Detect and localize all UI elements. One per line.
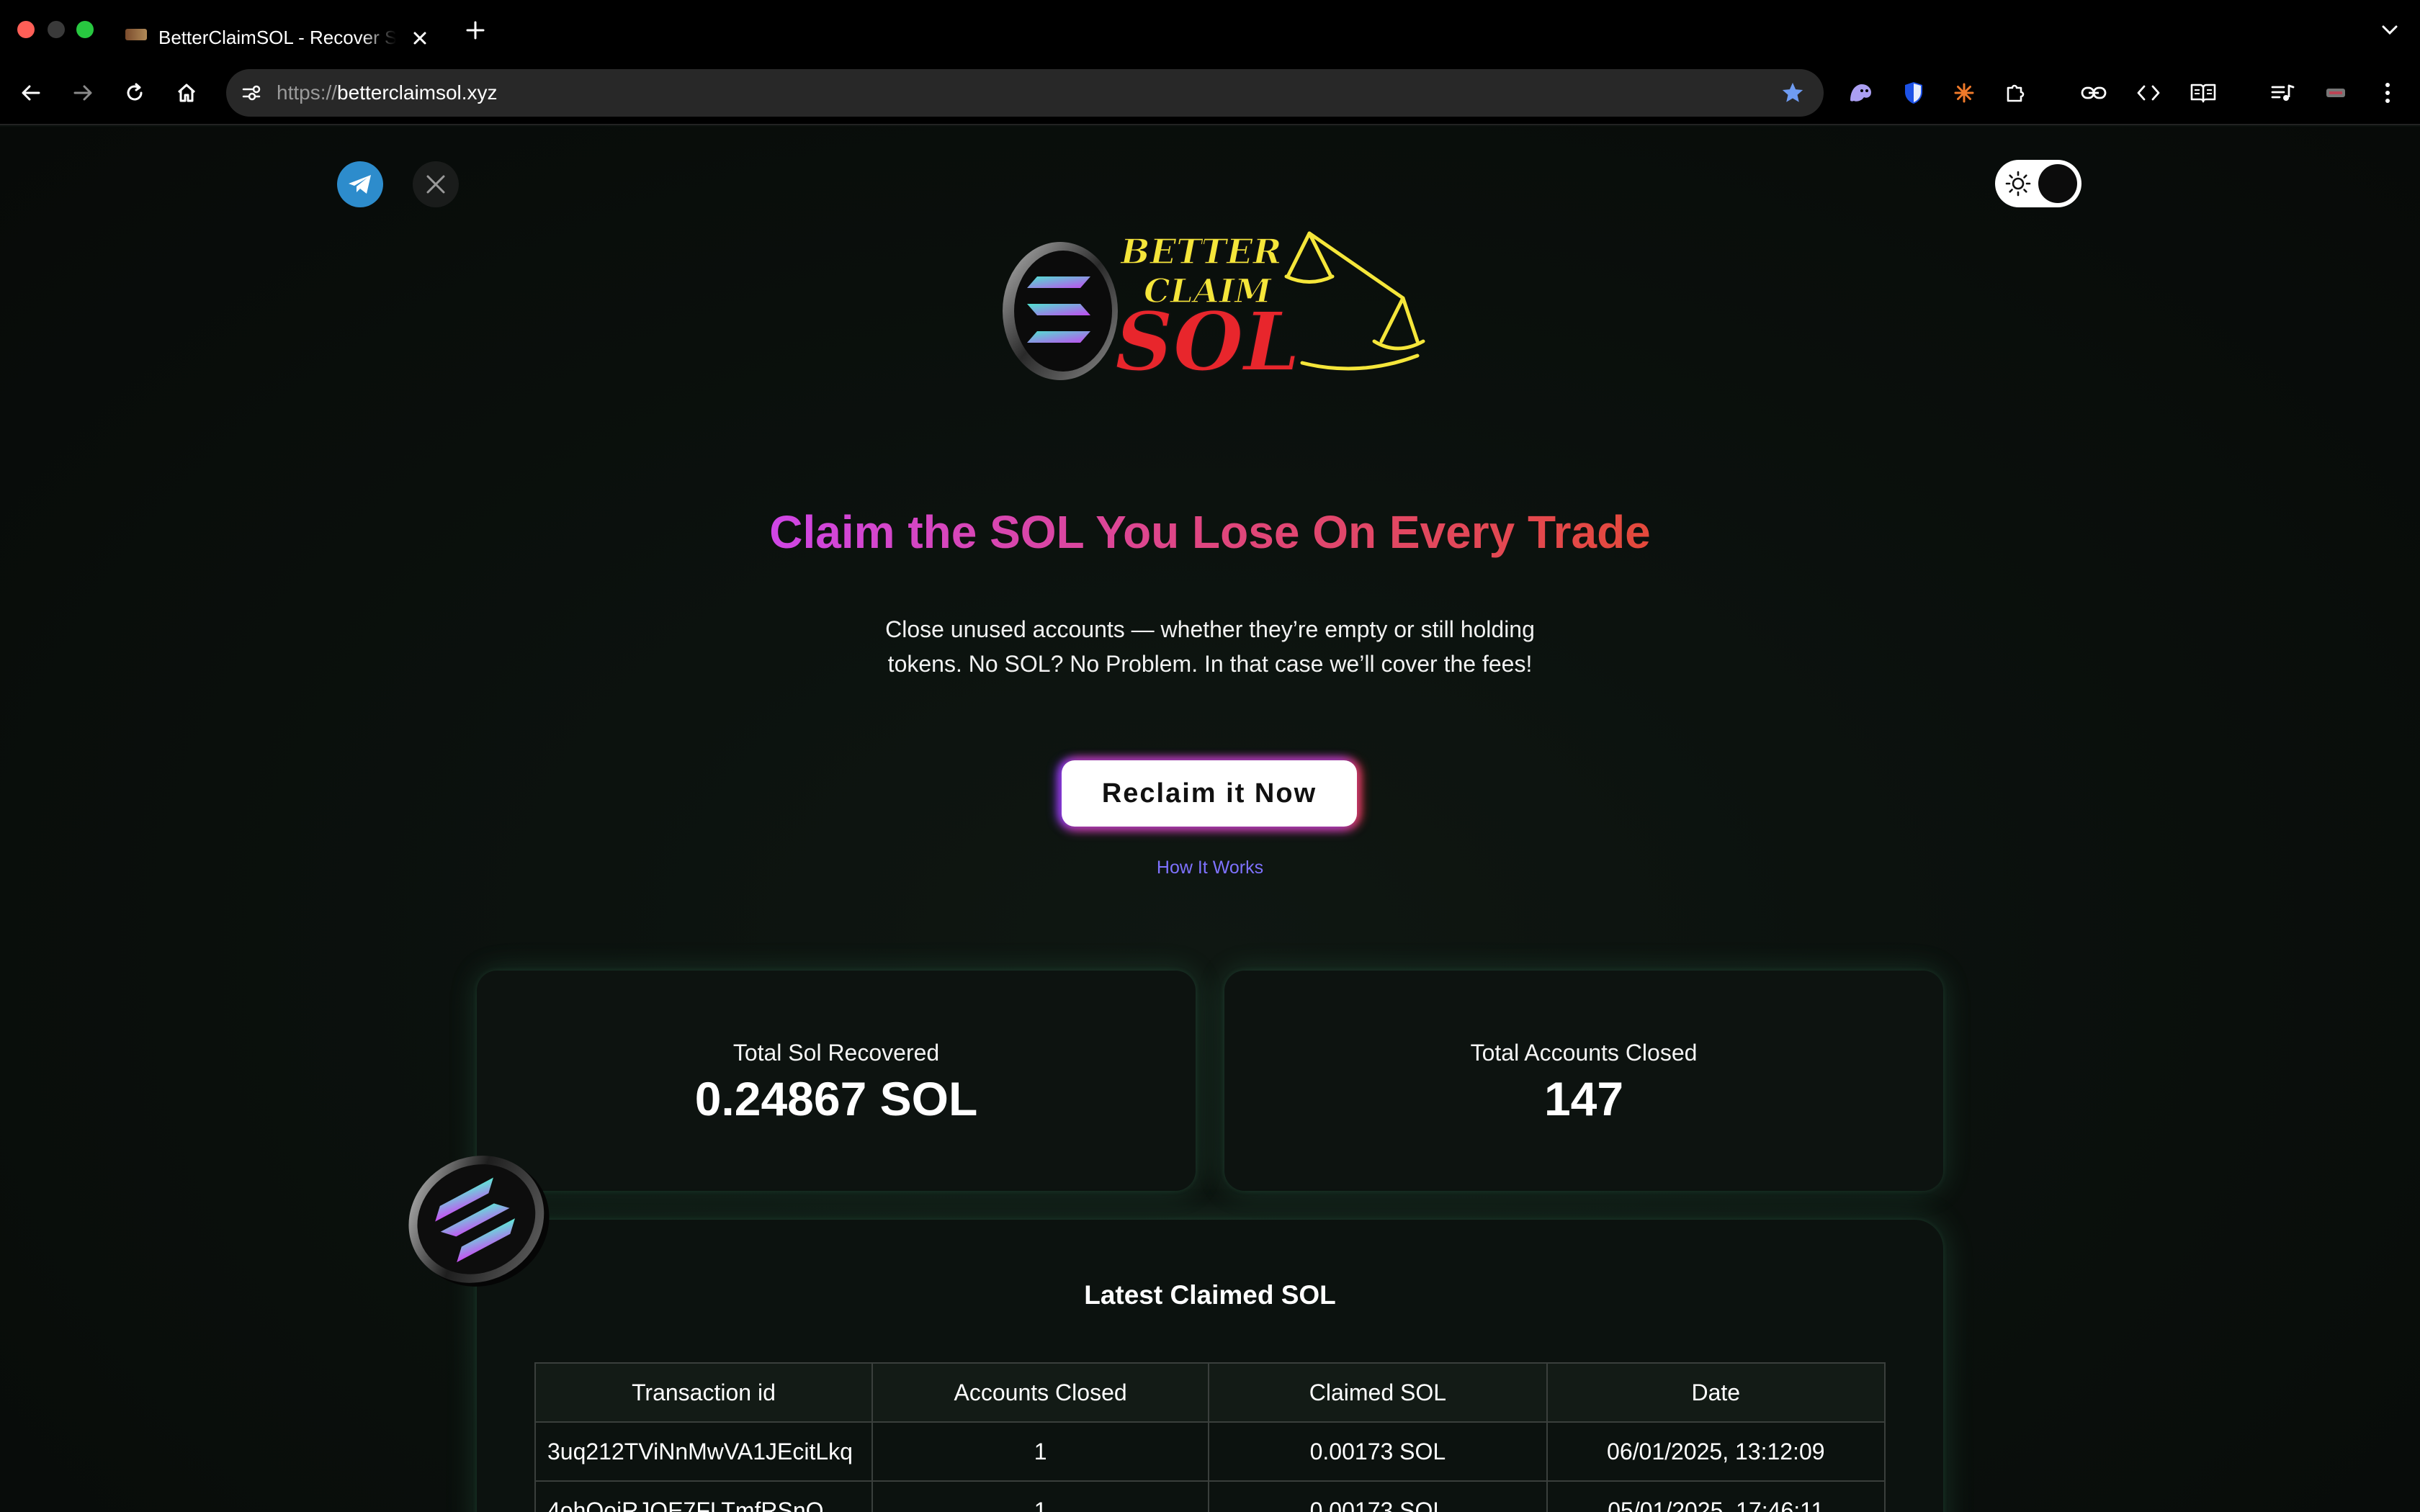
claims-table: Transaction id Accounts Closed Claimed S…: [534, 1362, 1886, 1512]
cell-accounts: 1: [871, 1480, 1210, 1512]
how-it-works-link-text[interactable]: How It Works: [1157, 858, 1263, 878]
x-twitter-link-icon[interactable]: [413, 161, 459, 207]
url-text: https://betterclaimsol.xyz: [277, 81, 498, 104]
cell-sol: 0.00173 SOL: [1208, 1421, 1548, 1482]
back-arrow-icon[interactable]: [14, 76, 48, 109]
column-header-accounts: Accounts Closed: [871, 1362, 1210, 1423]
window-close-button[interactable]: [17, 21, 35, 38]
browser-menu-icon[interactable]: [2371, 76, 2404, 109]
forward-arrow-icon[interactable]: [66, 76, 99, 109]
browser-tab-active[interactable]: BetterClaimSOL - Recover Sol: [115, 9, 447, 60]
new-tab-icon[interactable]: [461, 16, 490, 45]
logo-text-sol: SOL: [1115, 295, 1300, 390]
hero-subline: Close unused accounts — whether they’re …: [885, 616, 1535, 677]
cell-txid[interactable]: 3uq212TViNnMwVA1JEcitLkq: [534, 1421, 873, 1482]
sun-icon: [2004, 169, 2033, 198]
theme-toggle[interactable]: [1995, 160, 2081, 207]
profile-avatar-icon[interactable]: [2319, 76, 2352, 109]
table-row: 4ohQoiRJQE7FLTmfRSnQ 1 0.00173 SOL 05/01…: [534, 1480, 1886, 1512]
cell-date: 06/01/2025, 13:12:09: [1546, 1421, 1886, 1482]
column-header-sol: Claimed SOL: [1208, 1362, 1548, 1423]
sparkle-extension-icon[interactable]: [1948, 76, 1981, 109]
cell-accounts: 1: [871, 1421, 1210, 1482]
stat-value-closed: 147: [1543, 1072, 1624, 1125]
stat-value-recovered: 0.24867 SOL: [694, 1072, 978, 1125]
stat-card-closed: Total Accounts Closed 147: [1224, 971, 1943, 1191]
hero-headline: Claim the SOL You Lose On Every Trade: [769, 506, 1651, 558]
stat-label-recovered: Total Sol Recovered: [732, 1040, 940, 1066]
reclaim-now-button[interactable]: Reclaim it Now: [1062, 760, 1357, 827]
claims-title: Latest Claimed SOL: [1084, 1280, 1336, 1310]
stat-label-closed: Total Accounts Closed: [1470, 1040, 1698, 1066]
tab-search-chevron-icon[interactable]: [2375, 16, 2404, 45]
reading-mode-icon[interactable]: [2187, 76, 2220, 109]
column-header-date: Date: [1546, 1362, 1886, 1423]
site-settings-icon[interactable]: [235, 76, 268, 109]
toggle-knob: [2038, 164, 2077, 203]
table-row: 3uq212TViNnMwVA1JEcitLkq 1 0.00173 SOL 0…: [534, 1421, 1886, 1482]
reload-icon[interactable]: [118, 76, 151, 109]
browser-toolbar: https://betterclaimsol.xyz: [0, 60, 2420, 125]
stat-card-recovered: Total Sol Recovered 0.24867 SOL: [477, 971, 1196, 1191]
media-controls-icon[interactable]: [2266, 76, 2299, 109]
home-icon[interactable]: [170, 76, 203, 109]
address-bar[interactable]: https://betterclaimsol.xyz: [226, 69, 1824, 117]
logo-text-better: BETTER: [1119, 232, 1281, 272]
view-source-code-icon[interactable]: [2132, 76, 2165, 109]
cell-txid[interactable]: 4ohQoiRJQE7FLTmfRSnQ: [534, 1480, 873, 1512]
copy-link-icon[interactable]: [2077, 76, 2110, 109]
column-header-txid: Transaction id: [534, 1362, 873, 1423]
telegram-link-icon[interactable]: [337, 161, 383, 207]
window-maximize-button[interactable]: [76, 21, 94, 38]
table-header-row: Transaction id Accounts Closed Claimed S…: [534, 1362, 1886, 1423]
bookmark-star-icon[interactable]: [1779, 79, 1806, 107]
extensions-puzzle-icon[interactable]: [1999, 76, 2033, 109]
browser-tab-bar: BetterClaimSOL - Recover Sol: [0, 0, 2420, 60]
cell-sol: 0.00173 SOL: [1208, 1480, 1548, 1512]
phantom-extension-icon[interactable]: [1844, 76, 1877, 109]
solana-coin-icon: [408, 1156, 550, 1287]
shield-extension-icon[interactable]: [1897, 76, 1930, 109]
site-favicon-icon: [125, 29, 147, 40]
tab-title: BetterClaimSOL - Recover Sol: [158, 27, 396, 48]
cell-date: 05/01/2025, 17:46:11: [1546, 1480, 1886, 1512]
tab-close-icon[interactable]: [408, 26, 432, 50]
better-claim-sol-logo: BETTER CLAIM SOL: [1003, 231, 1425, 390]
window-minimize-button[interactable]: [48, 21, 65, 38]
how-it-works-link: How It Works: [0, 858, 2420, 878]
